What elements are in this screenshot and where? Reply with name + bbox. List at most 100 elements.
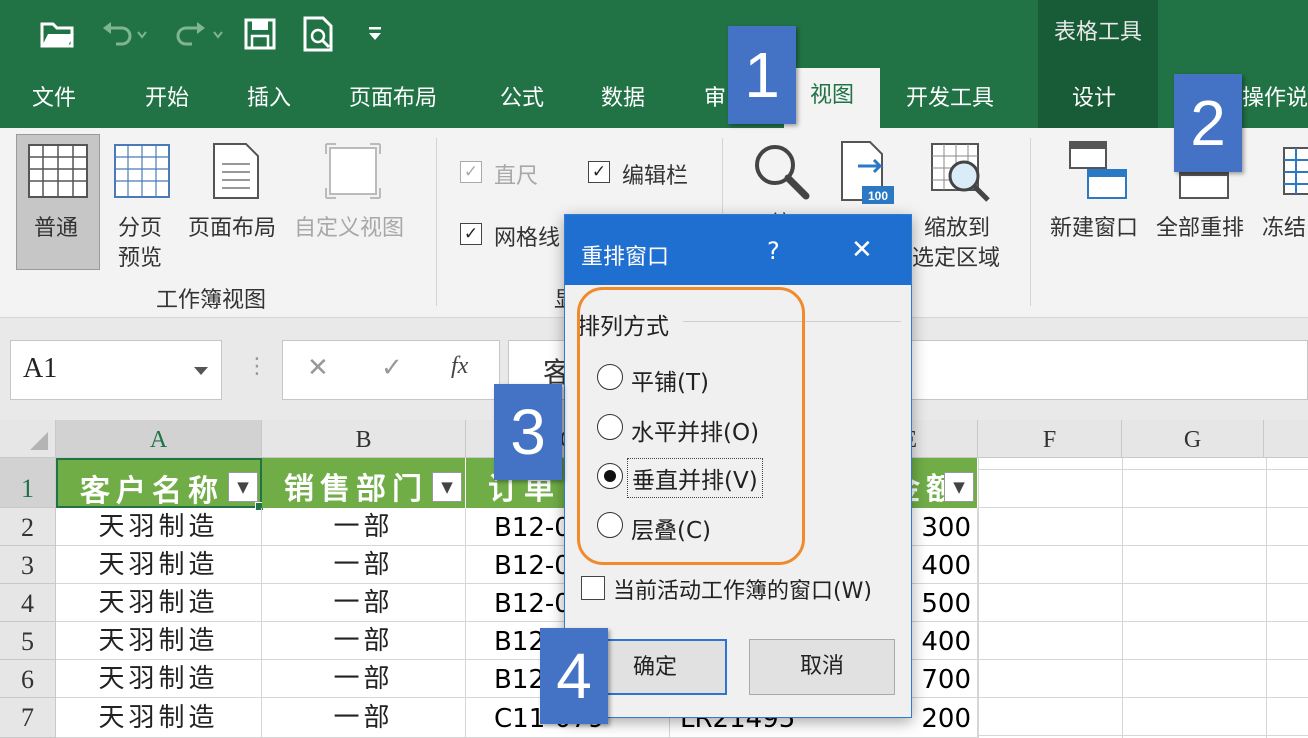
tab-view[interactable]: 视图: [784, 68, 880, 128]
filter-dropdown-icon[interactable]: ▼: [432, 472, 462, 502]
page-layout-view-icon[interactable]: [212, 142, 260, 200]
row-header[interactable]: 7: [0, 698, 56, 738]
customize-qat-icon[interactable]: [366, 24, 386, 44]
filter-dropdown-icon[interactable]: ▼: [944, 472, 974, 502]
cell-dept[interactable]: 一部: [262, 508, 466, 546]
save-icon[interactable]: [244, 18, 276, 50]
gridlines-checkbox[interactable]: ✓: [460, 223, 482, 245]
zoom-icon[interactable]: [752, 142, 810, 200]
new-window-icon[interactable]: [1068, 140, 1128, 202]
freeze-panes-label[interactable]: 冻结: [1262, 210, 1306, 242]
enter-icon[interactable]: ✓: [381, 353, 403, 383]
arrange-windows-dialog: 重排窗口 ? ✕ 排列方式 平铺(T) 水平并排(O) 垂直并排(V) 层叠(C…: [564, 214, 912, 718]
tab-design[interactable]: 设计: [1072, 80, 1116, 112]
cell-dept[interactable]: 一部: [262, 546, 466, 584]
table-header-label: 销售部门: [284, 472, 428, 507]
close-icon[interactable]: ✕: [851, 235, 873, 265]
page-break-preview-icon[interactable]: [114, 144, 170, 198]
open-folder-icon[interactable]: [40, 18, 76, 48]
formula-buttons: ✕ ✓ fx: [282, 340, 500, 400]
page-break-preview-label-2[interactable]: 预览: [118, 240, 162, 272]
ribbon-separator: [1030, 138, 1031, 306]
tab-tell-me[interactable]: 操作说: [1242, 80, 1308, 112]
tab-data[interactable]: 数据: [601, 80, 645, 112]
print-preview-icon[interactable]: [302, 16, 336, 52]
cell-customer[interactable]: 天羽制造: [56, 622, 262, 660]
arrange-all-label[interactable]: 全部重排: [1156, 210, 1244, 242]
custom-views-label: 自定义视图: [294, 216, 405, 241]
table-header-label: 客户名称: [80, 474, 224, 508]
cell-dept[interactable]: 一部: [262, 698, 466, 738]
normal-view-icon: [28, 144, 88, 198]
formula-bar-checkbox[interactable]: ✓: [588, 161, 610, 183]
column-header-h[interactable]: [1264, 420, 1308, 458]
cell-customer[interactable]: 天羽制造: [56, 698, 262, 738]
cell-customer[interactable]: 天羽制造: [56, 660, 262, 698]
formula-bar-label[interactable]: 编辑栏: [622, 158, 688, 190]
freeze-panes-icon[interactable]: [1282, 146, 1308, 196]
cancel-entry-icon[interactable]: ✕: [307, 353, 329, 383]
column-header-f[interactable]: F: [978, 420, 1122, 458]
page-break-preview-label-1[interactable]: 分页: [118, 210, 162, 242]
formula-bar-grip-icon: ⋮: [246, 354, 268, 379]
row-header[interactable]: 3: [0, 546, 56, 584]
active-workbook-checkbox[interactable]: [581, 576, 605, 600]
zoom-to-selection-label-2[interactable]: 选定区域: [912, 240, 1000, 272]
cancel-button[interactable]: 取消: [749, 639, 895, 695]
step-badge-1: 1: [728, 26, 796, 124]
tab-insert[interactable]: 插入: [247, 80, 291, 112]
insert-function-icon[interactable]: fx: [451, 353, 468, 380]
zoom-to-selection-icon[interactable]: [930, 142, 992, 202]
tab-file[interactable]: 文件: [32, 80, 76, 112]
row-header[interactable]: 4: [0, 584, 56, 622]
new-window-label[interactable]: 新建窗口: [1050, 210, 1138, 242]
row-header[interactable]: 6: [0, 660, 56, 698]
help-icon[interactable]: ?: [767, 237, 780, 265]
column-header-a[interactable]: A: [56, 420, 262, 458]
step-badge-3: 3: [494, 384, 562, 480]
redo-icon[interactable]: [172, 20, 224, 48]
empty-grid[interactable]: [978, 458, 1308, 738]
cell-customer[interactable]: 天羽制造: [56, 508, 262, 546]
cell-customer[interactable]: 天羽制造: [56, 584, 262, 622]
highlight-outline: [577, 287, 805, 565]
workbook-views-group-label: 工作簿视图: [156, 288, 267, 313]
cell-dept[interactable]: 一部: [262, 622, 466, 660]
column-header-g[interactable]: G: [1122, 420, 1264, 458]
name-box[interactable]: A1: [10, 340, 222, 400]
page-layout-view-label[interactable]: 页面布局: [188, 210, 276, 242]
ruler-label: 直尺: [494, 164, 539, 189]
select-all-triangle-icon: [30, 432, 48, 450]
step-badge-2: 2: [1174, 74, 1242, 172]
normal-view-label: 普通: [34, 216, 79, 241]
name-box-value: A1: [23, 353, 58, 384]
zoom-100-icon[interactable]: 100: [838, 140, 896, 206]
tab-developer[interactable]: 开发工具: [906, 80, 994, 112]
filter-dropdown-icon[interactable]: ▼: [228, 472, 258, 502]
chevron-down-icon[interactable]: [193, 365, 209, 377]
ribbon-separator: [436, 138, 437, 306]
cell-dept[interactable]: 一部: [262, 660, 466, 698]
tab-home[interactable]: 开始: [145, 80, 189, 112]
zoom-to-selection-label-1[interactable]: 缩放到: [924, 210, 990, 242]
row-header[interactable]: 2: [0, 508, 56, 546]
custom-views-icon: [325, 143, 381, 199]
column-header-b[interactable]: B: [262, 420, 466, 458]
table-tools-label: 表格工具: [1053, 20, 1142, 45]
tab-review[interactable]: 审: [704, 80, 726, 112]
cell-customer[interactable]: 天羽制造: [56, 546, 262, 584]
step-badge-4: 4: [540, 628, 608, 724]
row-header[interactable]: 1: [0, 458, 56, 508]
select-all-corner[interactable]: [0, 420, 56, 458]
ruler-checkbox: ✓: [460, 161, 482, 183]
tab-page-layout[interactable]: 页面布局: [349, 80, 437, 112]
dialog-title: 重排窗口: [581, 245, 670, 270]
undo-icon[interactable]: [100, 20, 148, 48]
tab-formulas[interactable]: 公式: [500, 80, 544, 112]
active-workbook-label[interactable]: 当前活动工作簿的窗口(W): [613, 573, 872, 605]
arrange-all-icon[interactable]: [1178, 168, 1230, 200]
row-header[interactable]: 5: [0, 622, 56, 660]
cell-dept[interactable]: 一部: [262, 584, 466, 622]
svg-text:100: 100: [868, 189, 888, 203]
gridlines-label[interactable]: 网格线: [494, 220, 560, 252]
